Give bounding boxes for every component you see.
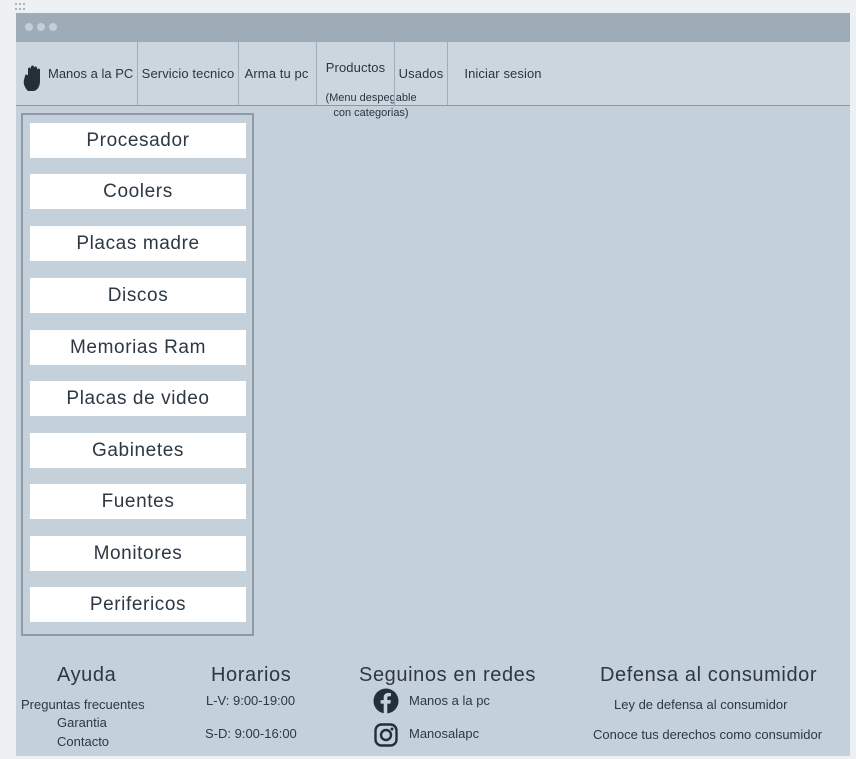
category-discos[interactable]: Discos <box>29 277 247 314</box>
nav-arma-tu-pc[interactable]: Arma tu pc <box>239 42 314 105</box>
window-dot-1[interactable] <box>25 23 33 31</box>
category-perifericos[interactable]: Perifericos <box>29 586 247 623</box>
footer-consumidor-title: Defensa al consumidor <box>600 664 818 686</box>
productos-note-line2: con categorias) <box>333 107 409 119</box>
brand-label: Manos a la PC <box>48 66 134 81</box>
category-monitores[interactable]: Monitores <box>29 535 247 572</box>
nav-servicio-tecnico[interactable]: Servicio tecnico <box>138 42 238 105</box>
footer-horario-semana: L-V: 9:00-19:00 <box>206 693 296 708</box>
browser-window: Manos a la PC Servicio tecnico Arma tu p… <box>16 13 850 756</box>
footer-ayuda-title: Ayuda <box>57 664 117 686</box>
category-gabinetes[interactable]: Gabinetes <box>29 432 247 469</box>
nav-productos[interactable]: Productos <box>317 42 394 92</box>
top-navbar: Manos a la PC Servicio tecnico Arma tu p… <box>16 42 850 119</box>
brand-link[interactable]: Manos a la PC <box>16 42 136 105</box>
footer-link-preguntas[interactable]: Preguntas frecuentes <box>21 697 145 712</box>
category-sidebar: Procesador Coolers Placas madre Discos M… <box>21 113 254 636</box>
footer-facebook-link[interactable]: Manos a la pc <box>409 693 490 708</box>
facebook-icon[interactable] <box>373 688 399 714</box>
footer-link-derechos[interactable]: Conoce tus derechos como consumidor <box>593 727 822 742</box>
category-placas-de-video[interactable]: Placas de video <box>29 380 247 417</box>
footer-redes-title: Seguinos en redes <box>359 664 536 686</box>
nav-iniciar-sesion[interactable]: Iniciar sesion <box>448 42 558 105</box>
category-placas-madre[interactable]: Placas madre <box>29 225 247 262</box>
footer-link-ley-defensa[interactable]: Ley de defensa al consumidor <box>614 697 787 712</box>
category-procesador[interactable]: Procesador <box>29 122 247 159</box>
nav-usados[interactable]: Usados <box>395 42 447 105</box>
instagram-icon[interactable] <box>373 722 399 748</box>
footer-link-contacto[interactable]: Contacto <box>57 734 109 749</box>
drag-grip-icon[interactable] <box>15 3 27 11</box>
window-dot-3[interactable] <box>49 23 57 31</box>
category-coolers[interactable]: Coolers <box>29 173 247 210</box>
footer-horario-finde: S-D: 9:00-16:00 <box>205 726 297 741</box>
footer-horarios-title: Horarios <box>211 664 292 686</box>
title-bar <box>16 13 850 42</box>
category-fuentes[interactable]: Fuentes <box>29 483 247 520</box>
hand-logo-icon <box>23 65 40 91</box>
window-dot-2[interactable] <box>37 23 45 31</box>
footer-link-garantia[interactable]: Garantia <box>57 715 107 730</box>
category-memorias-ram[interactable]: Memorias Ram <box>29 329 247 366</box>
footer-instagram-link[interactable]: Manosalapc <box>409 726 479 741</box>
